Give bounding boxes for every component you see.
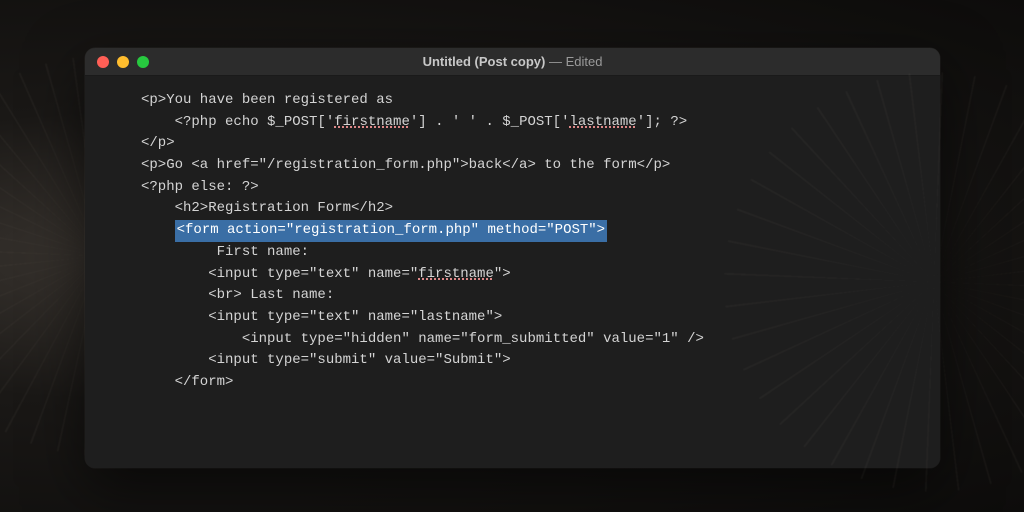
titlebar[interactable]: Untitled (Post copy) — Edited [85, 48, 940, 76]
code-line: <form action="registration_form.php" met… [141, 220, 940, 242]
code-line: <input type="hidden" name="form_submitte… [141, 329, 940, 351]
code-line: <?php else: ?> [141, 177, 940, 199]
code-line: </form> [141, 372, 940, 394]
editor-window: Untitled (Post copy) — Edited <p>You hav… [85, 48, 940, 468]
code-line: <h2>Registration Form</h2> [141, 198, 940, 220]
code-line: <input type="submit" value="Submit"> [141, 350, 940, 372]
selected-text: <form action="registration_form.php" met… [175, 220, 607, 242]
zoom-icon[interactable] [137, 56, 149, 68]
code-line: <?php echo $_POST['firstname'] . ' ' . $… [141, 112, 940, 134]
code-line: <input type="text" name="lastname"> [141, 307, 940, 329]
minimize-icon[interactable] [117, 56, 129, 68]
close-icon[interactable] [97, 56, 109, 68]
code-line: <p>You have been registered as [141, 90, 940, 112]
spellcheck-underline: firstname [334, 114, 410, 130]
code-line: First name: [141, 242, 940, 264]
code-editor[interactable]: <p>You have been registered as <?php ech… [85, 76, 940, 468]
spellcheck-underline: lastname [570, 114, 637, 130]
code-line: </p> [141, 133, 940, 155]
window-title: Untitled (Post copy) — Edited [85, 54, 940, 69]
traffic-lights [85, 56, 149, 68]
title-suffix: — Edited [545, 54, 602, 69]
code-line: <p>Go <a href="/registration_form.php">b… [141, 155, 940, 177]
spellcheck-underline: firstname [418, 266, 494, 282]
code-line: <br> Last name: [141, 285, 940, 307]
code-line: <input type="text" name="firstname"> [141, 264, 940, 286]
title-main: Untitled (Post copy) [423, 54, 546, 69]
